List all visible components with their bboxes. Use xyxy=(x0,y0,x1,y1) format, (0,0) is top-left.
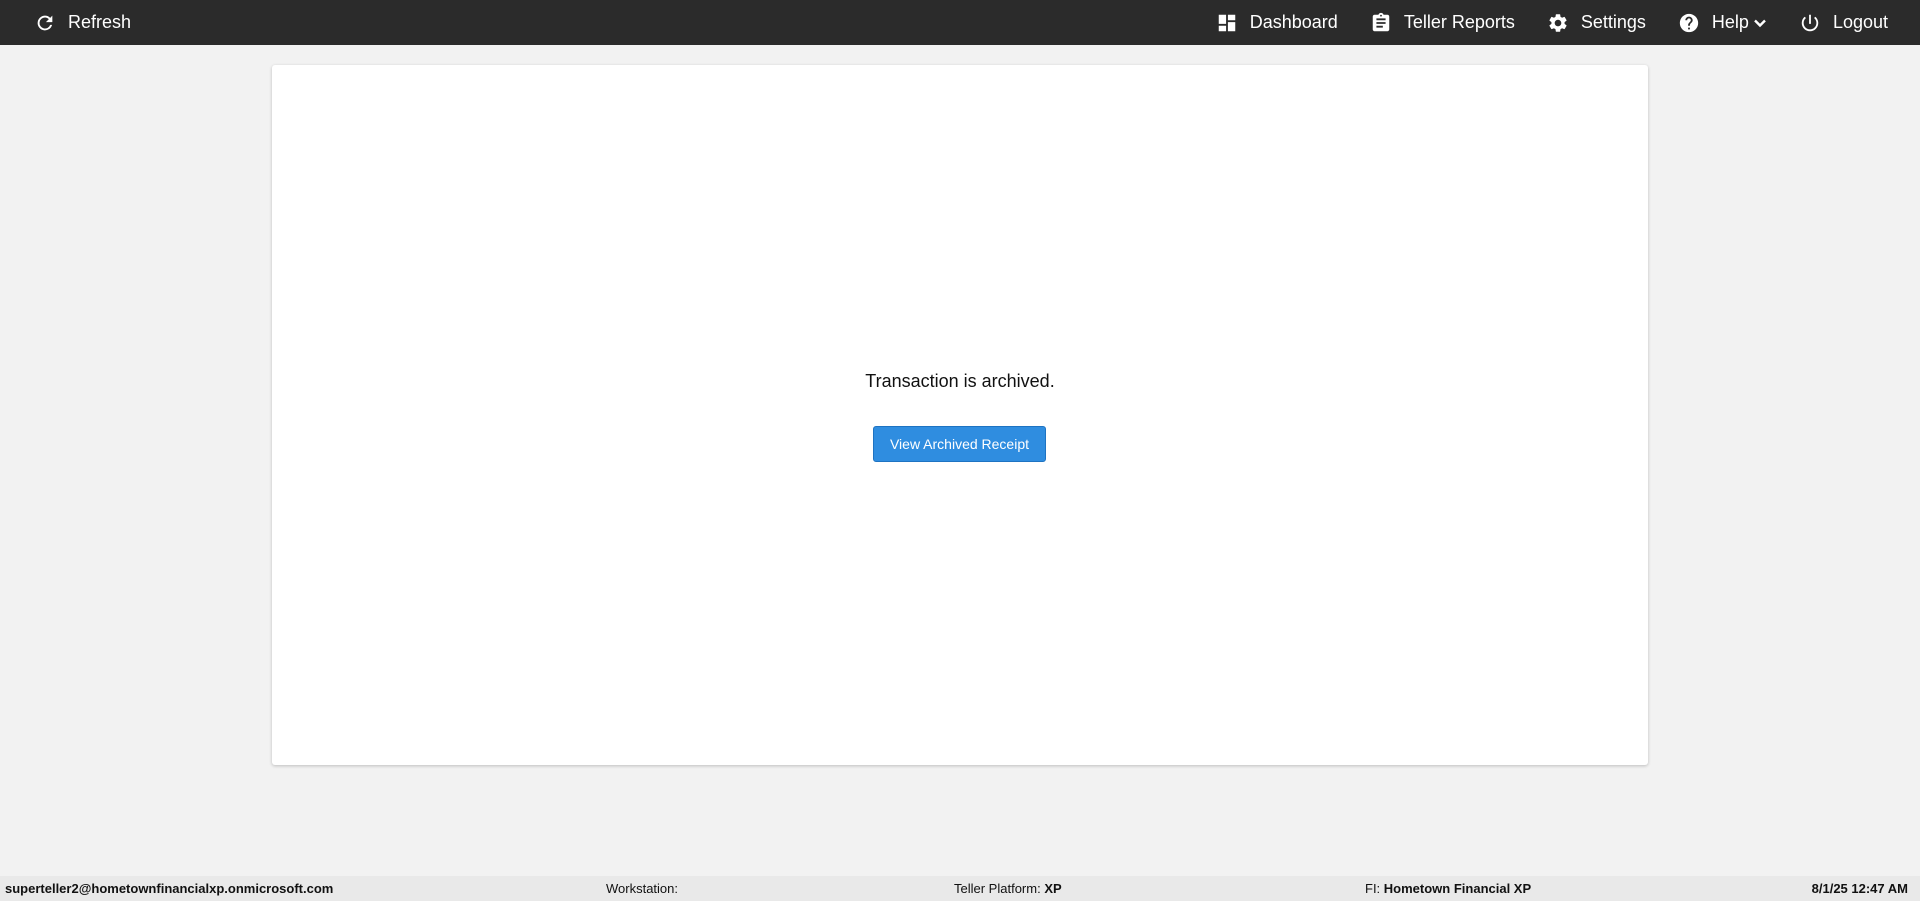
nav-dashboard[interactable]: Dashboard xyxy=(1200,0,1354,45)
archived-message: Transaction is archived. xyxy=(865,371,1055,391)
gear-icon xyxy=(1547,12,1569,34)
top-navigation-bar: Refresh Dashboard Teller Reports Setting… xyxy=(0,0,1920,45)
nav-settings[interactable]: Settings xyxy=(1531,0,1662,45)
nav-teller-reports[interactable]: Teller Reports xyxy=(1354,0,1531,45)
nav-settings-label: Settings xyxy=(1580,12,1646,32)
nav-logout[interactable]: Logout xyxy=(1783,0,1904,45)
nav-menu: Dashboard Teller Reports Settings Help L… xyxy=(1200,0,1904,45)
teller-platform-label: Teller Platform: xyxy=(954,881,1041,896)
nav-dashboard-label: Dashboard xyxy=(1249,12,1338,32)
refresh-icon xyxy=(34,12,56,34)
help-icon xyxy=(1678,12,1700,34)
content-card: Transaction is archived. View Archived R… xyxy=(272,65,1648,765)
workstation-label: Workstation: xyxy=(606,881,679,896)
nav-teller-reports-label: Teller Reports xyxy=(1403,12,1515,32)
fi-label: FI: xyxy=(1365,881,1381,896)
dashboard-icon xyxy=(1216,12,1238,34)
status-workstation: Workstation: xyxy=(606,881,678,896)
power-icon xyxy=(1799,12,1821,34)
status-user: superteller2@hometownfinancialxp.onmicro… xyxy=(5,881,334,896)
nav-help-label: Help xyxy=(1711,12,1749,32)
status-fi: FI: Hometown Financial XP xyxy=(1365,881,1531,896)
refresh-button[interactable]: Refresh xyxy=(18,0,147,45)
chevron-down-icon xyxy=(1753,16,1767,30)
status-datetime: 8/1/25 12:47 AM xyxy=(1811,881,1908,896)
refresh-label: Refresh xyxy=(68,12,132,32)
fi-value: Hometown Financial XP xyxy=(1383,881,1532,896)
nav-logout-label: Logout xyxy=(1832,12,1888,32)
status-teller-platform: Teller Platform: XP xyxy=(954,881,1062,896)
view-archived-receipt-button[interactable]: View Archived Receipt xyxy=(873,426,1046,462)
status-bar: superteller2@hometownfinancialxp.onmicro… xyxy=(0,876,1920,901)
nav-help[interactable]: Help xyxy=(1662,0,1783,45)
teller-platform-value: XP xyxy=(1044,881,1062,896)
clipboard-icon xyxy=(1370,12,1392,34)
